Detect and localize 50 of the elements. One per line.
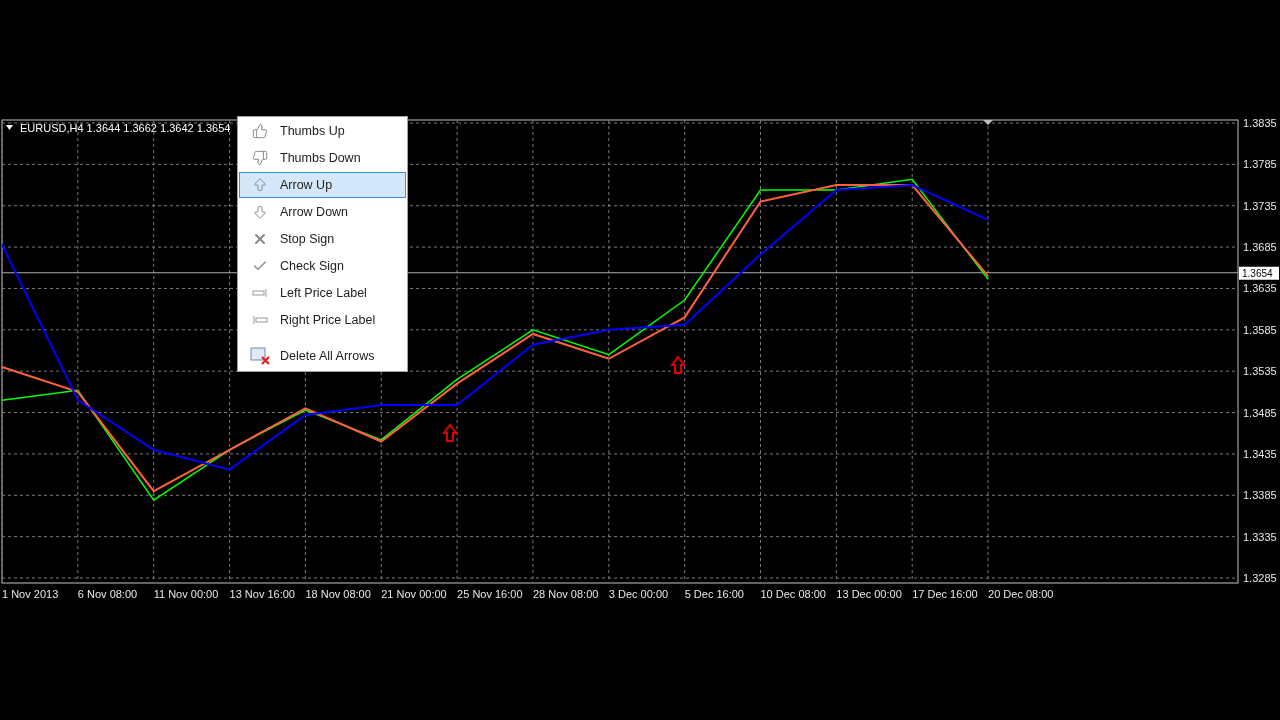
time-tick-label: 13 Dec 00:00 bbox=[836, 588, 902, 600]
menu-item[interactable]: Left Price Label bbox=[239, 280, 406, 306]
menu-item[interactable]: Thumbs Up bbox=[239, 118, 406, 144]
arrow-up-icon bbox=[252, 177, 268, 193]
menu-item[interactable]: Stop Sign bbox=[239, 226, 406, 252]
price-tick-label: 1.3785 bbox=[1243, 158, 1277, 171]
time-tick-label: 21 Nov 00:00 bbox=[381, 588, 447, 600]
arrow-up-icon bbox=[442, 423, 458, 442]
cross-icon bbox=[252, 231, 268, 247]
price-tick-label: 1.3385 bbox=[1243, 489, 1277, 502]
menu-item[interactable]: Arrow Up bbox=[239, 172, 406, 198]
price-tick-label: 1.3335 bbox=[1243, 530, 1277, 543]
time-tick-label: 6 Nov 08:00 bbox=[77, 588, 138, 600]
triangle-marker-icon bbox=[983, 120, 993, 125]
price-tick-label: 1.3535 bbox=[1243, 365, 1277, 378]
price-tick-label: 1.3285 bbox=[1243, 572, 1277, 584]
delete-icon bbox=[250, 347, 270, 365]
price-tick-label: 1.3635 bbox=[1243, 282, 1277, 295]
arrow-down-icon bbox=[252, 204, 268, 220]
time-tick-label: 1 Nov 2013 bbox=[2, 588, 59, 600]
time-tick-label: 18 Nov 08:00 bbox=[305, 588, 371, 600]
chart-title: EURUSD,H4 1.3644 1.3662 1.3642 1.3654 bbox=[20, 122, 231, 134]
time-tick-label: 3 Dec 00:00 bbox=[608, 588, 669, 600]
price-label-icon bbox=[252, 289, 268, 297]
time-tick-label: 28 Nov 08:00 bbox=[532, 588, 599, 600]
time-tick-label: 11 Nov 00:00 bbox=[153, 588, 219, 600]
menu-item[interactable]: Delete All Arrows bbox=[239, 343, 406, 369]
time-tick-label: 10 Dec 08:00 bbox=[760, 588, 826, 600]
time-tick-label: 13 Nov 16:00 bbox=[229, 588, 295, 600]
dropdown-triangle-icon bbox=[6, 125, 13, 130]
price-tick-label: 1.3435 bbox=[1243, 447, 1277, 460]
menu-item[interactable]: Right Price Label bbox=[239, 307, 406, 333]
price-label-icon bbox=[252, 316, 268, 324]
price-tick-label: 1.3485 bbox=[1243, 406, 1277, 419]
ref-line-label: 1.3654 bbox=[1242, 267, 1274, 279]
menu-item[interactable]: Arrow Down bbox=[239, 199, 406, 225]
current-price-label: 1.3654 bbox=[1239, 266, 1279, 280]
menu-item[interactable]: Thumbs Down bbox=[239, 145, 406, 171]
price-tick-label: 1.3835 bbox=[1243, 118, 1277, 129]
price-tick-label: 1.3685 bbox=[1243, 241, 1277, 254]
price-tick-label: 1.3585 bbox=[1243, 323, 1277, 336]
thumbs-down-icon bbox=[252, 150, 268, 166]
arrow-up-icon bbox=[670, 355, 686, 374]
price-tick-label: 1.3735 bbox=[1243, 199, 1277, 212]
thumbs-up-icon bbox=[252, 123, 268, 139]
time-tick-label: 20 Dec 08:00 bbox=[988, 588, 1054, 600]
time-tick-label: 25 Nov 16:00 bbox=[457, 588, 523, 600]
time-tick-label: 5 Dec 16:00 bbox=[684, 588, 744, 600]
menu-item[interactable]: Check Sign bbox=[239, 253, 406, 279]
time-tick-label: 17 Dec 16:00 bbox=[912, 588, 978, 600]
